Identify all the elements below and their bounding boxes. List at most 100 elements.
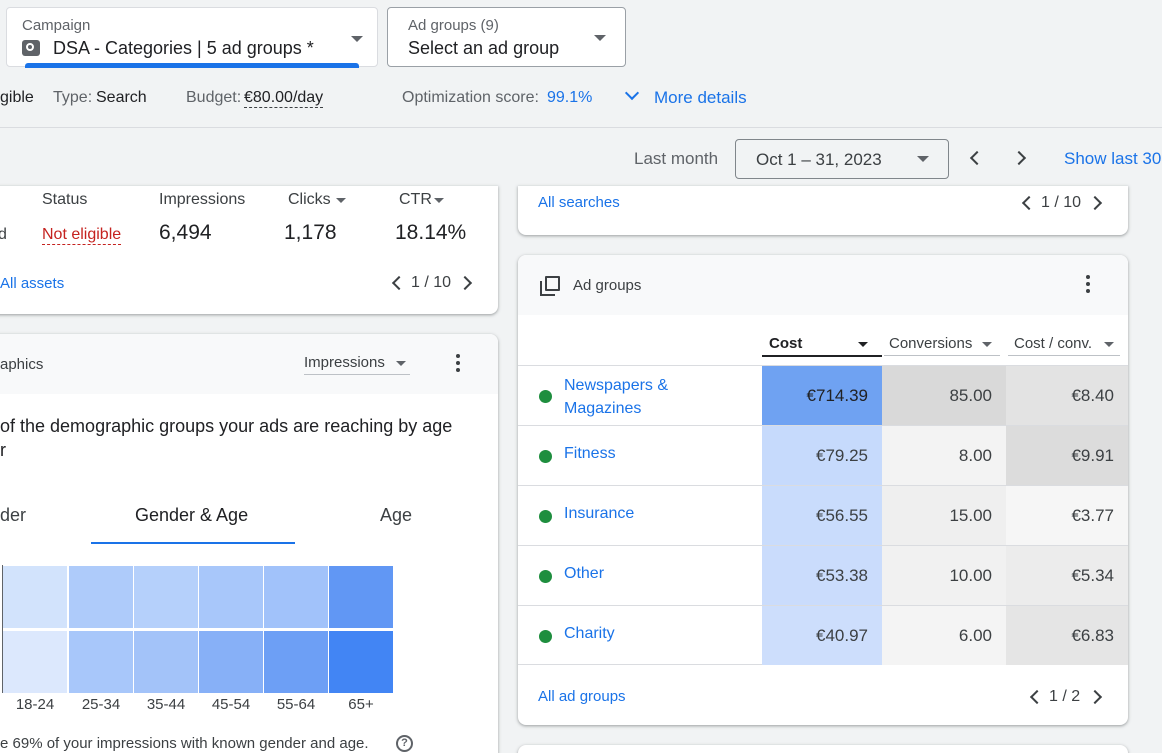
footer-note: e 69% of your impressions with known gen… xyxy=(0,735,369,752)
chevron-down-icon xyxy=(917,156,929,162)
chevron-down-icon xyxy=(351,36,363,42)
all-ad-groups-link[interactable]: All ad groups xyxy=(538,688,626,705)
all-searches-link[interactable]: All searches xyxy=(538,194,620,211)
show-last-30-link[interactable]: Show last 30 xyxy=(1064,149,1161,169)
cost-column-header[interactable]: Cost xyxy=(769,335,802,352)
sort-icon[interactable] xyxy=(1104,342,1114,347)
age-tick: 55-64 xyxy=(276,696,316,713)
help-icon[interactable]: ? xyxy=(396,735,413,752)
table-row[interactable]: Other €53.38 10.00 €5.34 xyxy=(518,545,1128,605)
pagination: 1 / 2 xyxy=(1049,688,1081,705)
ad-group-icon xyxy=(540,276,560,296)
demographics-card: aphics Impressions of the demographic gr… xyxy=(0,334,498,753)
sort-icon[interactable] xyxy=(858,342,868,347)
more-options-icon[interactable] xyxy=(1086,275,1090,296)
ad-group-name[interactable]: Fitness xyxy=(564,445,616,463)
table-row[interactable]: Newspapers & Magazines €714.39 85.00 €8.4… xyxy=(518,365,1128,425)
status-header: Status xyxy=(42,191,88,208)
conversions-cell: 6.00 xyxy=(882,606,1006,665)
chevron-down-icon[interactable] xyxy=(396,361,406,366)
age-tick: 65+ xyxy=(348,696,374,713)
card-title: Ad groups xyxy=(573,277,642,294)
divider xyxy=(0,127,1162,128)
sort-icon[interactable] xyxy=(982,342,992,347)
previous-period-icon[interactable] xyxy=(969,150,985,166)
campaign-selector[interactable]: Campaign DSA - Categories | 5 ad groups … xyxy=(6,7,378,68)
card-description: of the demographic groups your ads are r… xyxy=(0,416,453,436)
sort-icon[interactable] xyxy=(434,198,444,203)
tab-gender[interactable]: der xyxy=(0,505,26,526)
heatmap-cell xyxy=(199,566,263,628)
tab-age[interactable]: Age xyxy=(380,505,412,526)
heatmap-cell xyxy=(329,631,393,693)
clicks-value: 1,178 xyxy=(284,221,337,244)
previous-page-icon[interactable] xyxy=(1029,689,1045,705)
selector-focus-bar xyxy=(25,63,359,68)
heatmap-cell xyxy=(264,631,328,693)
more-details-link[interactable]: More details xyxy=(654,88,747,108)
status-dot-icon xyxy=(539,630,552,643)
sort-icon[interactable] xyxy=(336,198,346,203)
optimization-label: Optimization score: xyxy=(402,89,539,106)
ad-group-selector[interactable]: Ad groups (9) Select an ad group xyxy=(387,7,626,67)
table-row[interactable]: Fitness €79.25 8.00 €9.91 xyxy=(518,425,1128,485)
date-range-value: Oct 1 – 31, 2023 xyxy=(756,150,882,169)
table-row[interactable]: Charity €40.97 6.00 €6.83 xyxy=(518,605,1128,665)
conversions-cell: 8.00 xyxy=(882,426,1006,485)
ad-group-name[interactable]: Charity xyxy=(564,625,615,643)
card-title: aphics xyxy=(0,356,44,373)
cost-conv-column-header[interactable]: Cost / conv. xyxy=(1014,335,1092,352)
ad-group-name[interactable]: Newspapers & Magazines xyxy=(564,374,668,420)
all-assets-link[interactable]: All assets xyxy=(0,275,64,292)
next-page-icon[interactable] xyxy=(1087,689,1103,705)
card-description-cont: r xyxy=(0,440,6,460)
conversions-column-header[interactable]: Conversions xyxy=(889,335,972,352)
clicks-header[interactable]: Clicks xyxy=(288,191,331,209)
ad-group-selector-value: Select an ad group xyxy=(408,38,560,58)
impressions-value: 6,494 xyxy=(159,221,212,244)
heatmap-cell xyxy=(329,566,393,628)
previous-page-icon[interactable] xyxy=(1021,195,1037,211)
heatmap-cell xyxy=(3,566,67,628)
next-period-icon[interactable] xyxy=(1011,150,1027,166)
cost-cell: €40.97 xyxy=(762,606,882,665)
ctr-value: 18.14% xyxy=(395,221,467,244)
more-options-icon[interactable] xyxy=(456,354,460,375)
tab-gender-age[interactable]: Gender & Age xyxy=(135,505,248,526)
cost-conv-cell: €5.34 xyxy=(1006,546,1128,605)
status-value[interactable]: Not eligible xyxy=(42,226,122,245)
active-sort-underline xyxy=(762,355,882,357)
heatmap-cell xyxy=(134,566,198,628)
search-campaign-icon xyxy=(22,40,40,56)
column-underline xyxy=(1008,355,1120,356)
next-page-icon[interactable] xyxy=(1087,195,1103,211)
cost-cell: €53.38 xyxy=(762,546,882,605)
age-tick: 45-54 xyxy=(211,696,251,713)
card-header xyxy=(0,334,498,394)
heatmap-cell xyxy=(3,631,67,693)
conversions-cell: 85.00 xyxy=(882,366,1006,425)
cost-conv-cell: €6.83 xyxy=(1006,606,1128,665)
column-underline xyxy=(884,355,1000,356)
table-row[interactable]: Insurance €56.55 15.00 €3.77 xyxy=(518,485,1128,545)
ad-group-name[interactable]: Insurance xyxy=(564,505,634,523)
ad-group-selector-label: Ad groups (9) xyxy=(408,17,499,34)
previous-page-icon[interactable] xyxy=(391,275,407,291)
campaign-value: DSA - Categories | 5 ad groups * xyxy=(53,38,314,58)
date-range-picker[interactable]: Oct 1 – 31, 2023 xyxy=(735,139,949,179)
active-tab-indicator xyxy=(91,542,295,544)
budget-value[interactable]: €80.00/day xyxy=(244,89,324,108)
budget-label: Budget: xyxy=(186,89,242,106)
metric-selector[interactable]: Impressions xyxy=(304,354,410,375)
cost-conv-cell: €8.40 xyxy=(1006,366,1128,425)
optimization-score[interactable]: 99.1% xyxy=(547,89,592,107)
expand-icon[interactable] xyxy=(624,85,640,101)
next-page-icon[interactable] xyxy=(457,275,473,291)
ad-group-name[interactable]: Other xyxy=(564,565,604,583)
ctr-header[interactable]: CTR xyxy=(399,191,432,209)
asset-name-partial: d xyxy=(0,226,7,243)
conversions-cell: 10.00 xyxy=(882,546,1006,605)
pagination: 1 / 10 xyxy=(411,274,452,291)
date-preset-label: Last month xyxy=(634,149,719,168)
age-tick: 18-24 xyxy=(15,696,55,713)
